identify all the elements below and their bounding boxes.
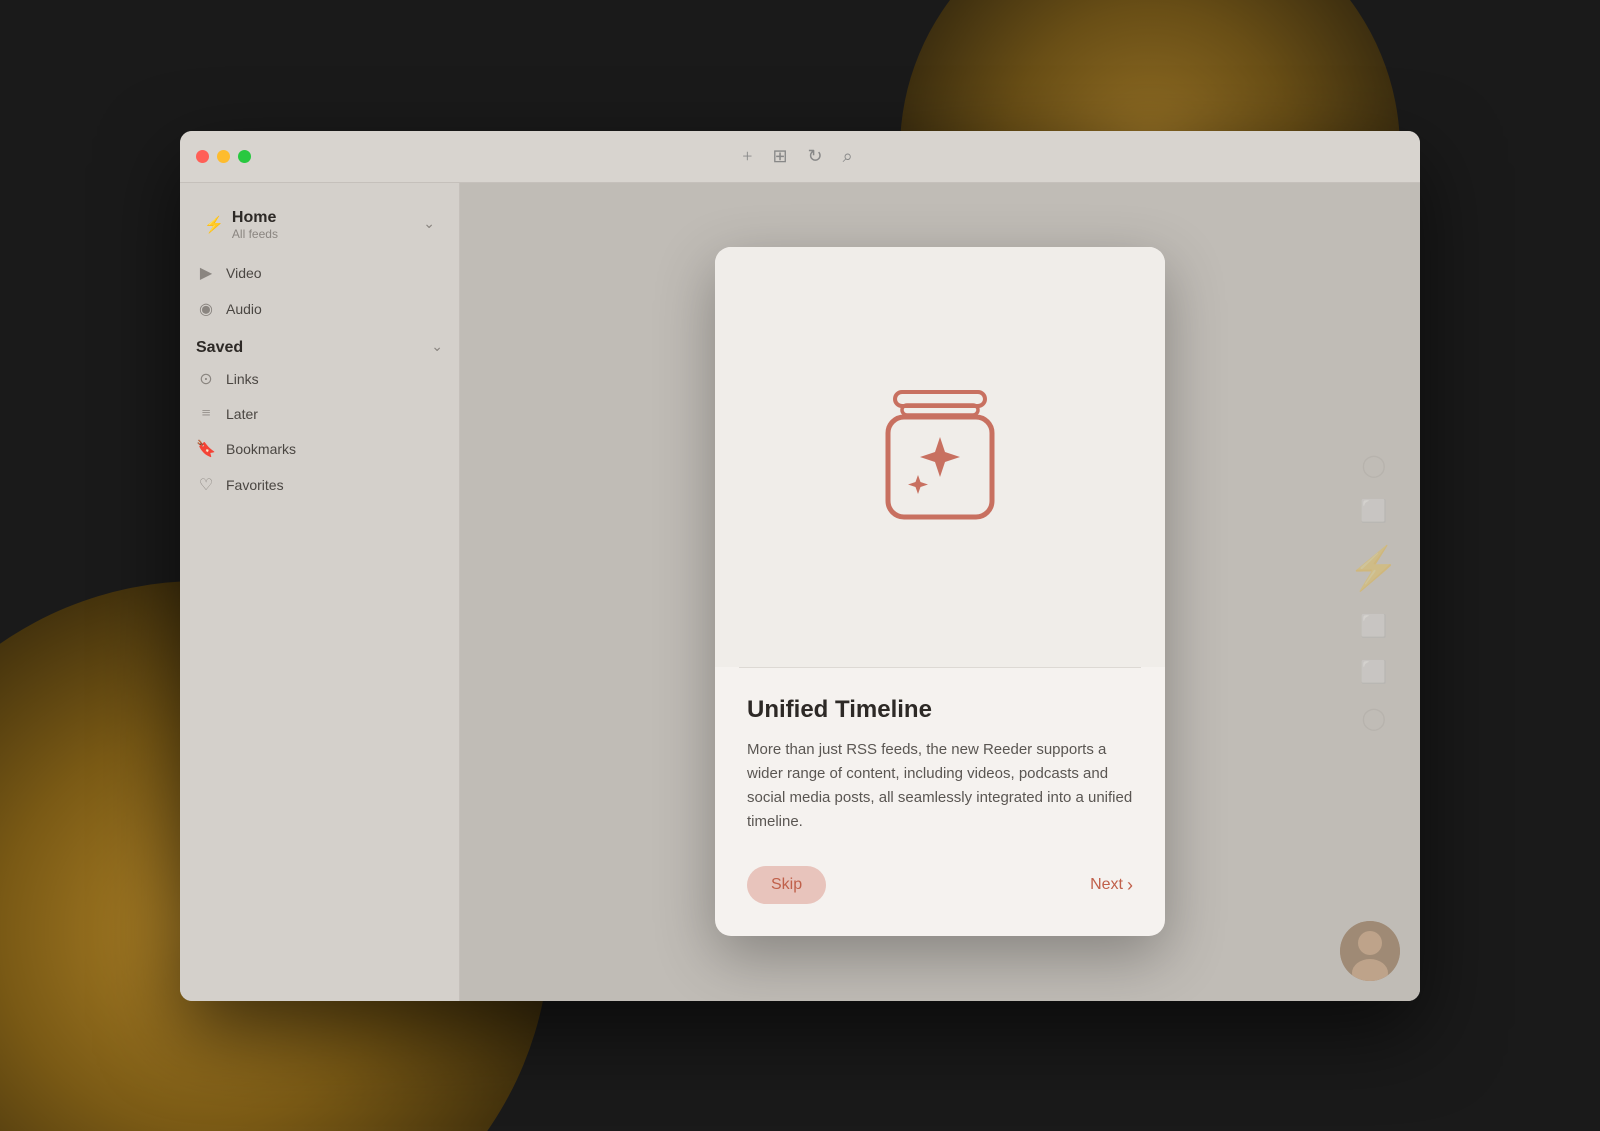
app-window: + ⊞ ↻ ⌕ ⚡ Home All feeds ⌄	[180, 131, 1420, 1001]
maximize-button[interactable]	[238, 150, 251, 163]
add-button[interactable]: +	[742, 146, 752, 167]
video-icon: ▶	[196, 263, 216, 283]
next-button-label: Next	[1090, 876, 1123, 894]
next-button[interactable]: Next ›	[1090, 875, 1133, 896]
sidebar-home-header-left: ⚡ Home All feeds	[204, 209, 278, 241]
saved-chevron-down-icon: ⌄	[431, 339, 443, 356]
sidebar-item-audio[interactable]: ◉ Audio	[180, 291, 459, 327]
modal-illustration	[715, 247, 1165, 667]
close-button[interactable]	[196, 150, 209, 163]
title-bar-actions: + ⊞ ↻ ⌕	[742, 146, 852, 167]
reeder-icon-container	[840, 357, 1040, 557]
sidebar-video-label: Video	[226, 265, 262, 281]
sidebar-item-links[interactable]: ⊙ Links	[180, 361, 459, 397]
app-body: ⚡ Home All feeds ⌄ ▶ Video ◉ Audio	[180, 183, 1420, 1001]
lightning-icon: ⚡	[204, 215, 224, 235]
modal-footer: Skip Next ›	[715, 866, 1165, 936]
sidebar-home-header[interactable]: ⚡ Home All feeds ⌄	[196, 203, 443, 247]
search-button[interactable]: ⌕	[843, 146, 853, 167]
sidebar: ⚡ Home All feeds ⌄ ▶ Video ◉ Audio	[180, 183, 460, 1001]
onboarding-modal: Unified Timeline More than just RSS feed…	[715, 247, 1165, 936]
sidebar-item-favorites[interactable]: ♡ Favorites	[180, 467, 459, 503]
modal-description: More than just RSS feeds, the new Reeder…	[747, 738, 1133, 834]
sidebar-item-bookmarks[interactable]: 🔖 Bookmarks	[180, 431, 459, 467]
sidebar-saved-label: Saved	[196, 339, 243, 357]
sidebar-saved-header[interactable]: Saved ⌄	[180, 327, 459, 361]
sidebar-item-video[interactable]: ▶ Video	[180, 255, 459, 291]
reeder-app-icon	[840, 357, 1040, 557]
title-bar: + ⊞ ↻ ⌕	[180, 131, 1420, 183]
sidebar-favorites-label: Favorites	[226, 477, 284, 493]
bookmarks-icon: 🔖	[196, 439, 216, 459]
modal-overlay: Unified Timeline More than just RSS feed…	[460, 183, 1420, 1001]
sidebar-item-later[interactable]: ≡ Later	[180, 397, 459, 431]
chevron-down-icon: ⌄	[423, 216, 435, 233]
minimize-button[interactable]	[217, 150, 230, 163]
modal-content: Unified Timeline More than just RSS feed…	[715, 668, 1165, 866]
sidebar-links-label: Links	[226, 371, 259, 387]
later-icon: ≡	[196, 405, 216, 423]
sidebar-home-text: Home All feeds	[232, 209, 278, 241]
traffic-lights	[196, 150, 251, 163]
next-chevron-icon: ›	[1127, 875, 1133, 896]
right-panel: ◯ ⬜ ⚡ ⬜ ⬜ ◯	[460, 183, 1420, 1001]
modal-title: Unified Timeline	[747, 696, 1133, 724]
sidebar-bookmarks-label: Bookmarks	[226, 441, 296, 457]
sidebar-toggle-button[interactable]: ⊞	[772, 146, 787, 167]
skip-button[interactable]: Skip	[747, 866, 826, 904]
sidebar-home-sublabel: All feeds	[232, 227, 278, 241]
audio-icon: ◉	[196, 299, 216, 319]
sidebar-home-section: ⚡ Home All feeds ⌄	[180, 203, 459, 247]
sidebar-home-label: Home	[232, 209, 278, 227]
links-icon: ⊙	[196, 369, 216, 389]
refresh-button[interactable]: ↻	[808, 146, 823, 167]
sidebar-audio-label: Audio	[226, 301, 262, 317]
sidebar-later-label: Later	[226, 406, 258, 422]
favorites-icon: ♡	[196, 475, 216, 495]
